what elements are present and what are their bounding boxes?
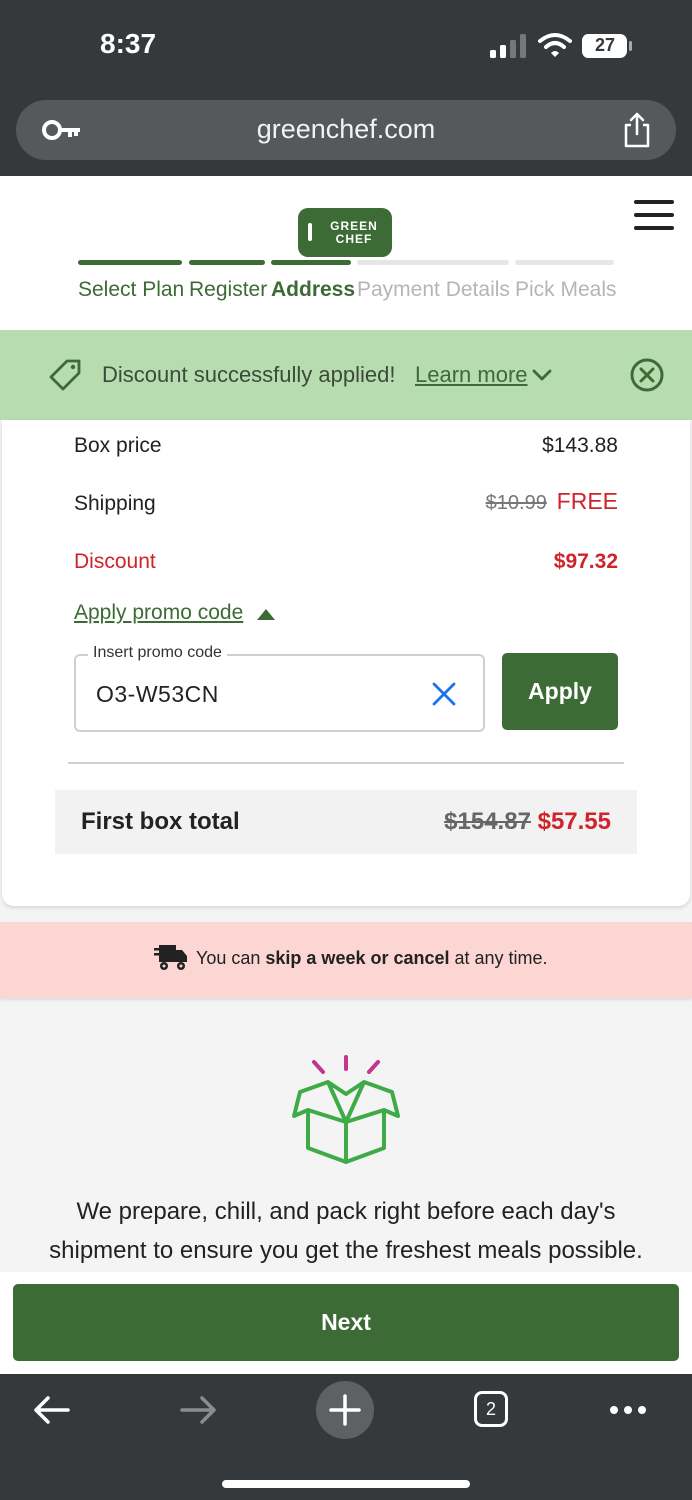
url-text[interactable]: greenchef.com: [16, 114, 676, 145]
apply-promo-button[interactable]: Apply: [502, 653, 618, 730]
hamburger-menu-icon[interactable]: [634, 200, 674, 232]
price-tag-icon: [49, 359, 81, 391]
step-pick-meals: Pick Meals: [515, 278, 617, 301]
home-indicator: [222, 1480, 470, 1488]
forward-arrow-icon[interactable]: [178, 1394, 218, 1426]
freshness-line-1: We prepare, chill, and pack right before…: [76, 1198, 616, 1225]
status-time: 8:37: [100, 28, 157, 59]
first-box-total-label: First box total: [81, 808, 240, 835]
wifi-icon: [538, 33, 572, 57]
skip-cancel-message: You can skip a week or cancel at any tim…: [196, 948, 548, 969]
back-arrow-icon[interactable]: [32, 1394, 72, 1426]
battery-level: 27: [594, 35, 616, 55]
shipping-free: FREE: [556, 488, 618, 514]
step-register[interactable]: Register: [189, 278, 267, 302]
learn-more-link[interactable]: Learn more: [415, 362, 528, 388]
discount-label: Discount: [74, 550, 156, 573]
green-chef-logo[interactable]: GREEN CHEF: [298, 208, 392, 257]
cellular-signal-icon: [490, 34, 526, 58]
discount-value: $97.32: [553, 550, 618, 573]
chevron-down-icon[interactable]: [531, 366, 553, 384]
open-box-icon: [292, 1055, 400, 1164]
next-button[interactable]: Next: [13, 1284, 679, 1361]
next-button-container: Next: [0, 1272, 692, 1374]
promo-code-input[interactable]: Insert promo code O3-W53CN: [74, 644, 485, 732]
promo-code-value[interactable]: O3-W53CN: [96, 681, 219, 708]
promo-code-field-label: Insert promo code: [88, 644, 227, 662]
apply-promo-code-link[interactable]: Apply promo code: [74, 601, 243, 625]
total-old-price: $154.87: [444, 808, 531, 835]
progress-segment-register: [189, 260, 265, 265]
new-tab-button[interactable]: [316, 1381, 374, 1439]
more-options-icon[interactable]: [608, 1404, 648, 1416]
step-payment-details: Payment Details: [357, 278, 510, 301]
logo-bar: [308, 223, 312, 241]
share-icon[interactable]: [622, 112, 652, 148]
battery-icon: 27: [581, 33, 633, 59]
browser-top-bar: 8:37 27 greenchef.com: [0, 0, 692, 176]
freshness-description: We prepare, chill, and pack right before…: [20, 1192, 672, 1270]
summary-divider: [68, 762, 624, 764]
site-header: GREEN CHEF Select Plan Register Address …: [0, 176, 692, 330]
plus-icon[interactable]: [316, 1381, 374, 1439]
skip-text-pre: You can: [196, 948, 266, 968]
clear-input-icon[interactable]: [432, 682, 456, 706]
progress-segment-pick-meals: [515, 260, 614, 265]
discount-banner: Discount successfully applied! Learn mor…: [0, 330, 692, 420]
close-banner-icon[interactable]: [629, 357, 665, 393]
caret-up-icon[interactable]: [256, 607, 276, 621]
box-price-label: Box price: [74, 434, 162, 457]
step-select-plan[interactable]: Select Plan: [78, 278, 184, 302]
skip-text-bold: skip a week or cancel: [265, 948, 450, 968]
total-new-price: $57.55: [537, 808, 611, 835]
tab-switcher-button[interactable]: 2: [474, 1391, 508, 1427]
progress-segment-address: [271, 260, 351, 265]
logo-text-line2: CHEF: [335, 232, 373, 246]
address-bar[interactable]: greenchef.com: [16, 100, 676, 160]
progress-segment-select-plan: [78, 260, 182, 265]
progress-segment-payment: [357, 260, 509, 265]
first-box-total-values: $154.87 $57.55: [444, 808, 611, 836]
order-summary-card: Box price $143.88 Shipping $10.99 FREE D…: [2, 420, 690, 906]
browser-bottom-toolbar: 2: [0, 1374, 692, 1500]
delivery-truck-icon: [154, 945, 187, 970]
skip-cancel-banner: You can skip a week or cancel at any tim…: [0, 922, 692, 998]
shipping-value: $10.99 FREE: [486, 488, 618, 515]
shipping-old-price: $10.99: [485, 492, 547, 514]
shipping-label: Shipping: [74, 492, 156, 515]
skip-text-post: at any time.: [449, 948, 548, 968]
first-box-total-row: First box total $154.87 $57.55: [55, 790, 637, 854]
step-address[interactable]: Address: [271, 278, 355, 302]
box-price-value: $143.88: [542, 434, 618, 457]
discount-message: Discount successfully applied!: [102, 362, 396, 387]
freshness-line-2: shipment to ensure you get the freshest …: [49, 1237, 643, 1264]
